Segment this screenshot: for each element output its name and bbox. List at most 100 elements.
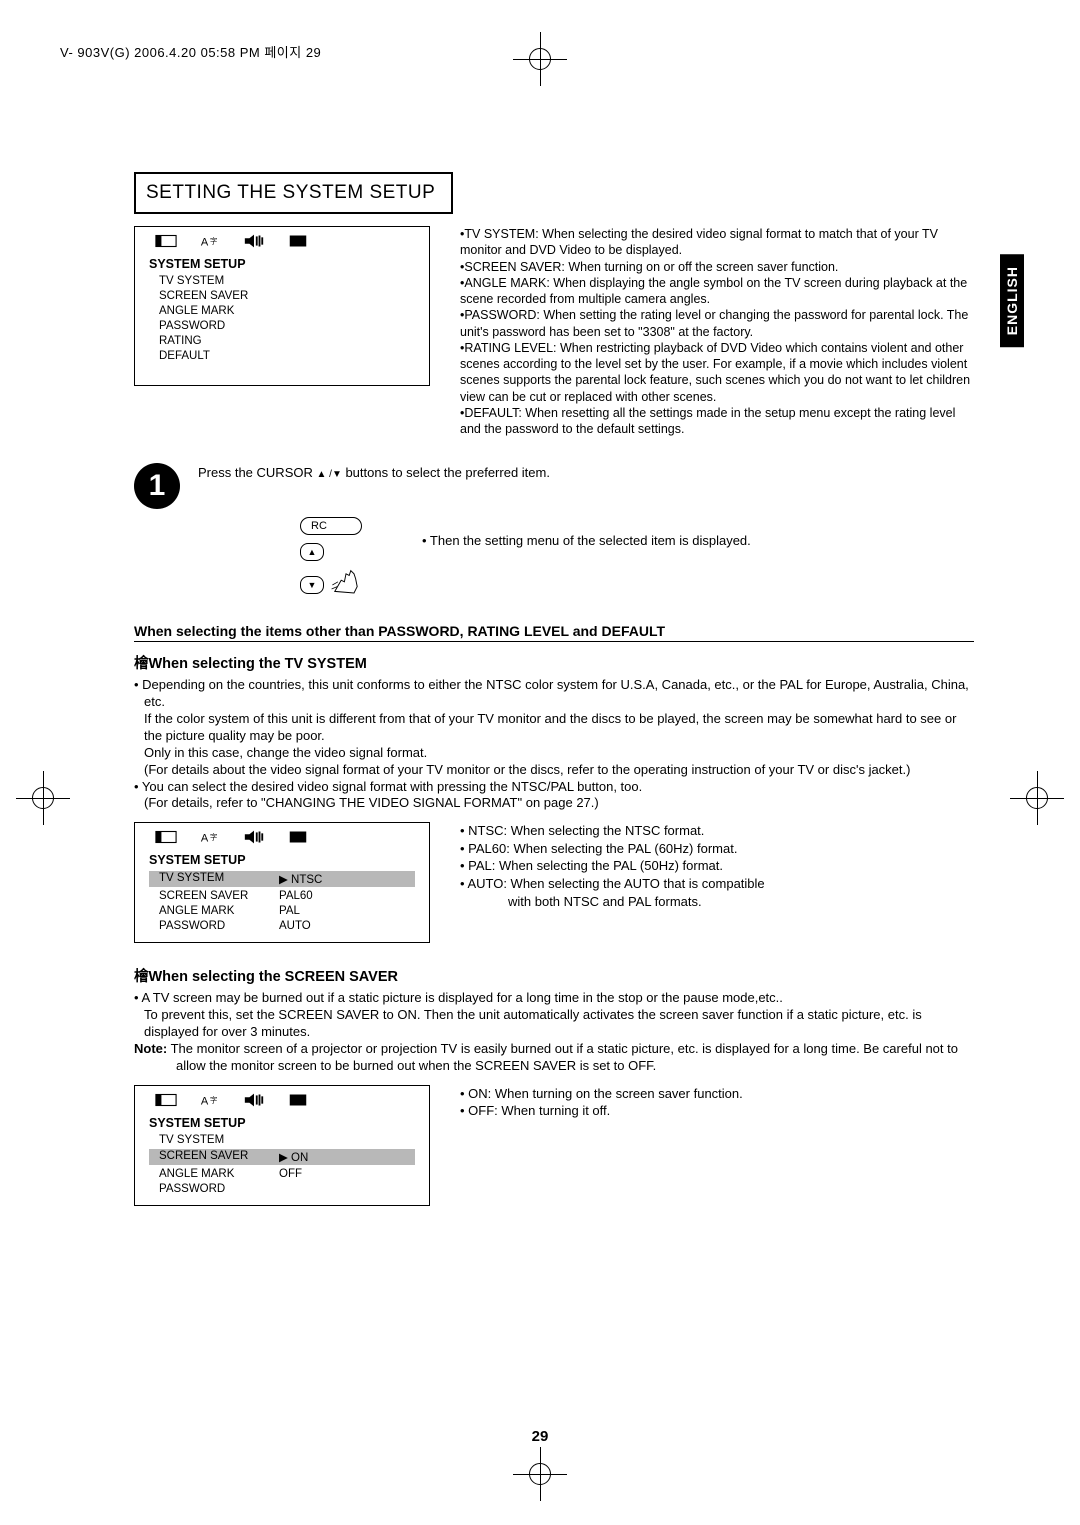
option-line: • ON: When turning on the screen saver f…: [460, 1085, 743, 1103]
desc-screen-saver: •SCREEN SAVER: When turning on or off th…: [460, 259, 974, 275]
menu2-row: SCREEN SAVERPAL60: [159, 890, 405, 902]
menu-cell: TV SYSTEM: [159, 1134, 279, 1146]
step-text-part: Press the CURSOR: [198, 465, 316, 480]
menu1-item: RATING: [159, 335, 405, 347]
body-line: • Depending on the countries, this unit …: [134, 677, 974, 711]
down-button-icon: ▼: [300, 576, 324, 594]
menu1-item: SCREEN SAVER: [159, 290, 405, 302]
general-icon: [155, 233, 177, 249]
menu-cell: PAL60: [279, 890, 313, 902]
rc-label: RC: [300, 517, 362, 535]
menu1-item: DEFAULT: [159, 350, 405, 362]
general-icon: [155, 1092, 177, 1108]
language-icon: A字: [199, 1092, 221, 1108]
menu3-row: ANGLE MARKOFF: [159, 1168, 405, 1180]
section-title: SETTING THE SYSTEM SETUP: [134, 172, 453, 214]
svg-text:A: A: [201, 833, 209, 845]
menu-cell: AUTO: [279, 920, 311, 932]
pointing-hand-icon: [330, 567, 362, 595]
body-line: (For details, refer to "CHANGING THE VID…: [134, 795, 974, 812]
tv-system-options: • NTSC: When selecting the NTSC format. …: [460, 822, 765, 910]
menu3-row: PASSWORD: [159, 1183, 405, 1195]
menu-cell: PASSWORD: [159, 1183, 279, 1195]
menu2-row: PASSWORDAUTO: [159, 920, 405, 932]
body-line: Only in this case, change the video sign…: [134, 745, 974, 762]
step-text-part: buttons to select the preferred item.: [342, 465, 550, 480]
audio-icon: [243, 1092, 265, 1108]
step-number-circle: 1: [134, 463, 180, 509]
setup-menu-diagram-1: A字 SYSTEM SETUP TV SYSTEM SCREEN SAVER A…: [134, 226, 430, 386]
note-line: Note: The monitor screen of a projector …: [134, 1041, 974, 1075]
cursor-arrows-icon: ▲ /▼: [316, 469, 341, 480]
setup-menu-diagram-2: A字 SYSTEM SETUP TV SYSTEM▶ NTSC SCREEN S…: [134, 822, 430, 943]
menu3-row: SCREEN SAVER▶ ON: [149, 1149, 415, 1165]
crop-mark-top: [527, 46, 553, 72]
menu1-item: TV SYSTEM: [159, 275, 405, 287]
menu-cell: ANGLE MARK: [159, 1168, 279, 1180]
menu-cell: ▶ ON: [279, 1150, 308, 1164]
menu-cell: ANGLE MARK: [159, 905, 279, 917]
video-icon: [287, 233, 309, 249]
screen-saver-subhead: 檜When selecting the SCREEN SAVER: [134, 965, 974, 986]
menu-cell: ▶ NTSC: [279, 872, 322, 886]
option-line: • NTSC: When selecting the NTSC format.: [460, 822, 765, 840]
prepress-header: V- 903V(G) 2006.4.20 05:58 PM 페이지 29: [60, 42, 321, 61]
menu1-header: SYSTEM SETUP: [135, 253, 429, 273]
menu-cell: PASSWORD: [159, 920, 279, 932]
desc-tv-system: •TV SYSTEM: When selecting the desired v…: [460, 226, 974, 259]
remote-control-diagram: RC ▲ ▼: [300, 517, 362, 595]
svg-text:A: A: [201, 237, 209, 249]
language-icon: A字: [199, 233, 221, 249]
screen-saver-body: • A TV screen may be burned out if a sta…: [134, 990, 974, 1074]
video-icon: [287, 1092, 309, 1108]
option-line: • PAL60: When selecting the PAL (60Hz) f…: [460, 840, 765, 858]
svg-text:字: 字: [210, 1096, 217, 1105]
option-line: • OFF: When turning it off.: [460, 1102, 743, 1120]
video-icon: [287, 829, 309, 845]
body-line: To prevent this, set the SCREEN SAVER to…: [134, 1007, 974, 1041]
body-line: (For details about the video signal form…: [134, 762, 974, 779]
up-button-icon: ▲: [300, 543, 324, 561]
audio-icon: [243, 233, 265, 249]
menu-cell: TV SYSTEM: [159, 872, 279, 886]
body-line: If the color system of this unit is diff…: [134, 711, 974, 745]
desc-password: •PASSWORD: When setting the rating level…: [460, 307, 974, 340]
option-line: • AUTO: When selecting the AUTO that is …: [460, 875, 765, 893]
svg-text:字: 字: [210, 237, 217, 246]
tv-system-body: • Depending on the countries, this unit …: [134, 677, 974, 812]
setup-descriptions: •TV SYSTEM: When selecting the desired v…: [460, 226, 974, 437]
step-1-text: Press the CURSOR ▲ /▼ buttons to select …: [198, 463, 550, 480]
svg-text:字: 字: [210, 833, 217, 842]
body-line: • A TV screen may be burned out if a sta…: [134, 990, 974, 1007]
language-icon: A字: [199, 829, 221, 845]
menu1-item: ANGLE MARK: [159, 305, 405, 317]
tv-system-subhead: 檜When selecting the TV SYSTEM: [134, 652, 974, 673]
page-number: 29: [532, 1428, 549, 1445]
menu2-row: TV SYSTEM▶ NTSC: [149, 871, 415, 887]
menu2-header: SYSTEM SETUP: [135, 849, 429, 869]
menu2-row: ANGLE MARKPAL: [159, 905, 405, 917]
general-icon: [155, 829, 177, 845]
option-line: • PAL: When selecting the PAL (50Hz) for…: [460, 857, 765, 875]
crop-mark-left: [30, 785, 56, 811]
body-line: • You can select the desired video signa…: [134, 779, 974, 796]
menu-cell: SCREEN SAVER: [159, 1150, 279, 1164]
setup-menu-diagram-3: A字 SYSTEM SETUP TV SYSTEM SCREEN SAVER▶ …: [134, 1085, 430, 1206]
menu-cell: OFF: [279, 1168, 302, 1180]
menu1-item: PASSWORD: [159, 320, 405, 332]
menu-cell: PAL: [279, 905, 300, 917]
screen-saver-options: • ON: When turning on the screen saver f…: [460, 1085, 743, 1120]
crop-mark-right: [1024, 785, 1050, 811]
desc-angle-mark: •ANGLE MARK: When displaying the angle s…: [460, 275, 974, 308]
menu3-row: TV SYSTEM: [159, 1134, 405, 1146]
menu-cell: SCREEN SAVER: [159, 890, 279, 902]
step-result-text: • Then the setting menu of the selected …: [422, 517, 751, 548]
menu3-header: SYSTEM SETUP: [135, 1112, 429, 1132]
option-line: with both NTSC and PAL formats.: [460, 893, 765, 911]
language-tab: ENGLISH: [1000, 254, 1024, 347]
desc-default: •DEFAULT: When resetting all the setting…: [460, 405, 974, 438]
desc-rating-level: •RATING LEVEL: When restricting playback…: [460, 340, 974, 405]
crop-mark-bottom: [527, 1461, 553, 1487]
subsection-heading: When selecting the items other than PASS…: [134, 623, 974, 642]
audio-icon: [243, 829, 265, 845]
